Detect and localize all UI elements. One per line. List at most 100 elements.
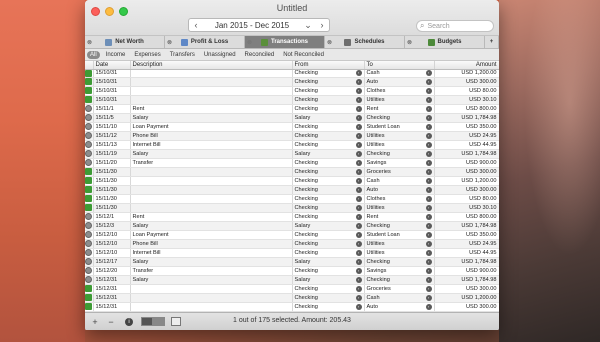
go-to-account-icon[interactable]: › xyxy=(355,223,362,230)
amount-cell[interactable]: USD 80.00 xyxy=(434,194,499,205)
go-to-account-icon[interactable]: › xyxy=(355,214,362,221)
row-status-cell[interactable] xyxy=(85,194,94,205)
from-cell[interactable]: Checking › xyxy=(292,77,365,88)
table-row[interactable]: 15/12/3 Salary Salary › Checking › USD 1,784.9… xyxy=(85,221,499,232)
description-cell[interactable] xyxy=(130,86,293,97)
description-cell[interactable] xyxy=(130,69,293,79)
row-status-cell[interactable] xyxy=(85,86,94,97)
table-row[interactable]: 15/11/5 Salary Salary › Checking › USD 1,784.9… xyxy=(85,113,499,124)
date-cell[interactable]: 15/12/20 xyxy=(93,266,131,277)
table-row[interactable]: 15/12/10 Internet Bill Checking › Utilities ›… xyxy=(85,248,499,259)
go-to-account-icon[interactable]: › xyxy=(355,88,362,95)
go-to-account-icon[interactable]: › xyxy=(425,286,432,293)
from-cell[interactable]: Salary › xyxy=(292,257,365,268)
row-status-cell[interactable] xyxy=(85,95,94,106)
description-cell[interactable] xyxy=(130,194,293,205)
go-to-account-icon[interactable]: › xyxy=(425,223,432,230)
go-to-account-icon[interactable]: › xyxy=(355,241,362,248)
go-to-account-icon[interactable]: › xyxy=(425,205,432,212)
go-to-account-icon[interactable]: › xyxy=(355,106,362,113)
to-cell[interactable]: Rent › xyxy=(364,212,435,223)
amount-cell[interactable]: USD 800.00 xyxy=(434,104,499,115)
go-to-account-icon[interactable]: › xyxy=(425,214,432,221)
date-cell[interactable]: 15/11/30 xyxy=(93,176,131,187)
go-to-account-icon[interactable]: › xyxy=(355,133,362,140)
to-cell[interactable]: Auto › xyxy=(364,185,435,196)
previous-period-icon[interactable]: ‹ xyxy=(189,20,203,30)
date-cell[interactable]: 15/12/31 xyxy=(93,284,131,295)
go-to-account-icon[interactable]: › xyxy=(425,232,432,239)
date-cell[interactable]: 15/11/12 xyxy=(93,131,131,142)
from-cell[interactable]: Checking › xyxy=(292,140,365,151)
date-cell[interactable]: 15/10/31 xyxy=(93,95,131,106)
to-cell[interactable]: Student Loan › xyxy=(364,230,435,241)
date-range-selector[interactable]: ‹ Jan 2015 - Dec 2015 ⌄ › xyxy=(188,18,330,32)
from-cell[interactable]: Checking › xyxy=(292,239,365,250)
description-cell[interactable] xyxy=(130,203,293,214)
from-cell[interactable]: Salary › xyxy=(292,221,365,232)
description-cell[interactable] xyxy=(130,95,293,106)
amount-cell[interactable]: USD 900.00 xyxy=(434,158,499,169)
date-cell[interactable]: 15/11/10 xyxy=(93,122,131,133)
description-cell[interactable] xyxy=(130,185,293,196)
amount-cell[interactable]: USD 44.95 xyxy=(434,248,499,259)
description-cell[interactable]: Loan Payment xyxy=(130,122,293,133)
amount-cell[interactable]: USD 24.95 xyxy=(434,131,499,142)
chevron-down-icon[interactable]: ⌄ xyxy=(301,20,315,31)
to-cell[interactable]: Rent › xyxy=(364,104,435,115)
table-row[interactable]: 15/12/20 Transfer Checking › Savings › USD 900… xyxy=(85,266,499,277)
table-row[interactable]: 15/11/1 Rent Checking › Rent › USD 800.00 xyxy=(85,104,499,115)
go-to-account-icon[interactable]: › xyxy=(425,187,432,194)
date-cell[interactable]: 15/11/1 xyxy=(93,104,131,115)
description-cell[interactable] xyxy=(130,77,293,88)
go-to-account-icon[interactable]: › xyxy=(425,169,432,176)
table-row[interactable]: 15/10/31 Checking › Clothes › USD 80.00 xyxy=(85,86,499,97)
go-to-account-icon[interactable]: › xyxy=(425,124,432,131)
go-to-account-icon[interactable]: › xyxy=(355,250,362,257)
date-cell[interactable]: 15/10/31 xyxy=(93,86,131,97)
description-cell[interactable]: Internet Bill xyxy=(130,140,293,151)
go-to-account-icon[interactable]: › xyxy=(355,196,362,203)
to-cell[interactable]: Student Loan › xyxy=(364,122,435,133)
amount-cell[interactable]: USD 800.00 xyxy=(434,212,499,223)
to-cell[interactable]: Checking › xyxy=(364,257,435,268)
date-range-label[interactable]: Jan 2015 - Dec 2015 xyxy=(203,21,301,30)
go-to-account-icon[interactable]: › xyxy=(425,277,432,284)
go-to-account-icon[interactable]: › xyxy=(425,295,432,302)
amount-cell[interactable]: USD 300.00 xyxy=(434,284,499,295)
row-status-cell[interactable] xyxy=(85,167,94,178)
to-cell[interactable]: Utilities › xyxy=(364,239,435,250)
tab-profit-loss[interactable]: ⊗ Profit & Loss xyxy=(165,36,245,48)
go-to-account-icon[interactable]: › xyxy=(425,88,432,95)
search-placeholder[interactable]: Search xyxy=(427,23,449,30)
go-to-account-icon[interactable]: › xyxy=(425,259,432,266)
from-cell[interactable]: Checking › xyxy=(292,122,365,133)
from-cell[interactable]: Checking › xyxy=(292,104,365,115)
row-status-cell[interactable] xyxy=(85,266,94,277)
go-to-account-icon[interactable]: › xyxy=(355,151,362,158)
to-cell[interactable]: Checking › xyxy=(364,221,435,232)
go-to-account-icon[interactable]: › xyxy=(355,304,362,311)
date-cell[interactable]: 15/12/31 xyxy=(93,275,131,286)
amount-cell[interactable]: USD 300.00 xyxy=(434,77,499,88)
date-cell[interactable]: 15/12/31 xyxy=(93,302,131,313)
from-cell[interactable]: Checking › xyxy=(292,302,365,313)
description-cell[interactable]: Phone Bill xyxy=(130,131,293,142)
to-cell[interactable]: Checking › xyxy=(364,149,435,160)
to-cell[interactable]: Auto › xyxy=(364,302,435,313)
table-row[interactable]: 15/12/31 Checking › Groceries › USD 300.00 xyxy=(85,284,499,295)
date-cell[interactable]: 15/12/10 xyxy=(93,248,131,259)
go-to-account-icon[interactable]: › xyxy=(355,115,362,122)
table-row[interactable]: 15/11/30 Checking › Groceries › USD 300.00 xyxy=(85,167,499,178)
amount-cell[interactable]: USD 1,784.98 xyxy=(434,149,499,160)
amount-cell[interactable]: USD 300.00 xyxy=(434,167,499,178)
row-status-cell[interactable] xyxy=(85,248,94,259)
date-cell[interactable]: 15/11/30 xyxy=(93,194,131,205)
filter-income[interactable]: Income xyxy=(103,51,129,59)
tab-transactions[interactable]: ⊗ Transactions xyxy=(245,36,325,48)
row-status-cell[interactable] xyxy=(85,149,94,160)
date-cell[interactable]: 15/12/3 xyxy=(93,221,131,232)
to-cell[interactable]: Clothes › xyxy=(364,86,435,97)
from-cell[interactable]: Checking › xyxy=(292,293,365,304)
from-cell[interactable]: Checking › xyxy=(292,95,365,106)
